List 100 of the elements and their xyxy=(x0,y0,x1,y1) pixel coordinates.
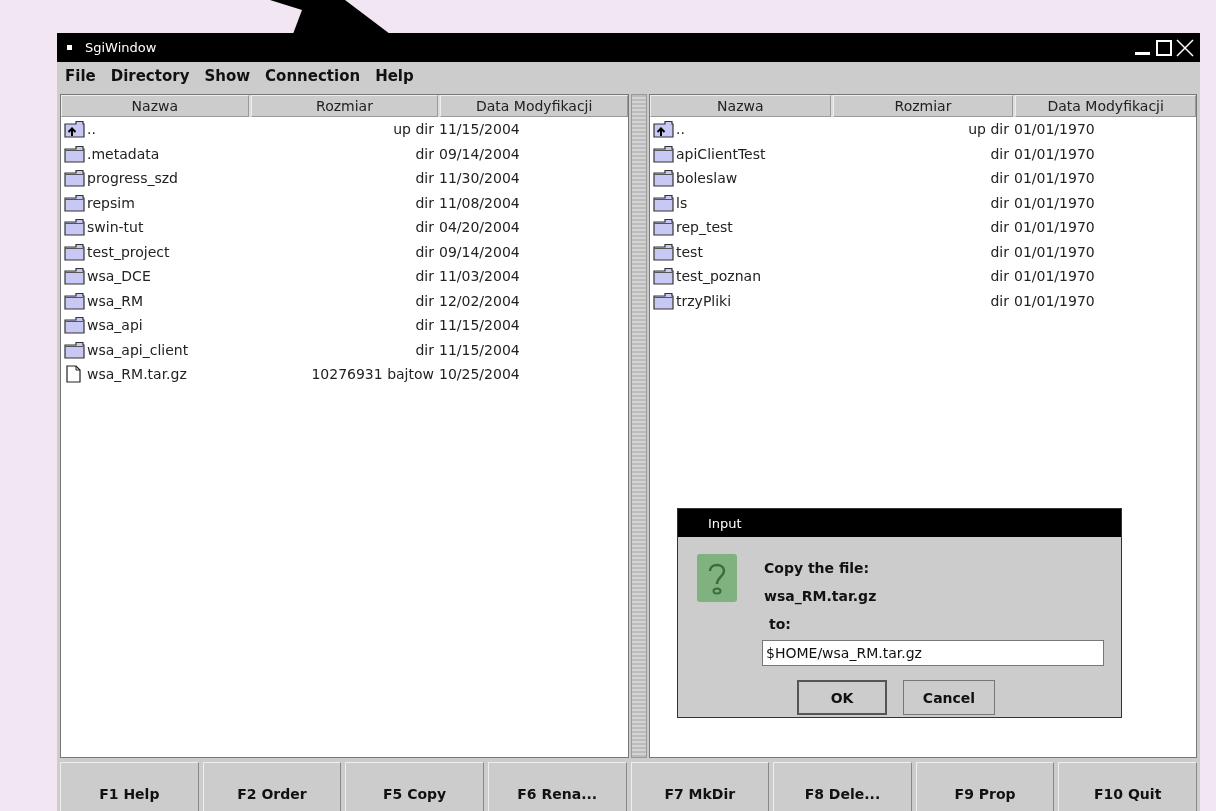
file-name[interactable]: wsa_api_client xyxy=(87,341,189,358)
up-folder-icon xyxy=(64,120,85,139)
function-key-button[interactable]: F10 Quit xyxy=(1058,762,1197,811)
target-label: to: xyxy=(768,615,791,634)
function-key-button[interactable]: F7 MkDir xyxy=(630,762,770,811)
file-name[interactable]: test_project xyxy=(87,243,170,260)
file-size: dir xyxy=(415,292,434,309)
menu-item[interactable]: Show xyxy=(204,67,251,85)
file-name[interactable]: ls xyxy=(676,194,688,211)
dialog-title: Input xyxy=(708,515,742,531)
file-size: dir xyxy=(415,268,434,285)
file-date: 11/15/2004 xyxy=(439,317,520,334)
file-date: 11/30/2004 xyxy=(439,170,520,187)
file-name[interactable]: wsa_RM.tar.gz xyxy=(87,366,187,383)
function-key-button[interactable]: F6 Rena... xyxy=(487,762,627,811)
folder-icon xyxy=(653,193,674,212)
file-size: up dir xyxy=(393,121,434,138)
file-date: 01/01/1970 xyxy=(1014,243,1095,260)
file-size: dir xyxy=(415,317,434,334)
file-name[interactable]: wsa_RM xyxy=(87,292,144,309)
file-size: up dir xyxy=(968,121,1009,138)
file-name[interactable]: progress_szd xyxy=(87,170,178,187)
file-name[interactable]: test xyxy=(676,243,703,260)
file-date: 01/01/1970 xyxy=(1014,219,1095,236)
folder-icon xyxy=(653,144,674,163)
folder-icon xyxy=(653,169,674,188)
file-name-label: wsa_RM.tar.gz xyxy=(764,587,877,607)
file-date: 10/25/2004 xyxy=(439,366,520,383)
column-header[interactable]: Rozmiar xyxy=(832,95,1014,117)
file-size: dir xyxy=(990,170,1009,187)
file-date: 09/14/2004 xyxy=(439,145,520,162)
file-date: 01/01/1970 xyxy=(1014,194,1095,211)
file-name[interactable]: test_poznan xyxy=(676,268,761,285)
file-size: dir xyxy=(990,292,1009,309)
file-name[interactable]: repsim xyxy=(87,194,135,211)
file-name[interactable]: boleslaw xyxy=(676,170,738,187)
function-key-button[interactable]: F2 Order xyxy=(202,762,342,811)
dialog-button[interactable]: OK xyxy=(797,680,887,715)
column-header[interactable]: Nazwa xyxy=(61,95,249,117)
file-name[interactable]: wsa_DCE xyxy=(87,268,151,285)
function-key-button[interactable]: F1 Help xyxy=(60,762,199,811)
menu-item[interactable]: Directory xyxy=(110,67,190,85)
folder-icon xyxy=(64,340,85,359)
maximize-icon[interactable] xyxy=(1155,38,1173,57)
file-name[interactable]: trzyPliki xyxy=(676,292,732,309)
file-size: dir xyxy=(990,268,1009,285)
file-size: dir xyxy=(990,194,1009,211)
file-date: 12/02/2004 xyxy=(439,292,520,309)
column-header[interactable]: Data Modyfikacji xyxy=(440,95,628,117)
file-date: 01/01/1970 xyxy=(1014,121,1095,138)
folder-icon xyxy=(64,193,85,212)
folder-icon xyxy=(653,267,674,286)
file-size: dir xyxy=(990,219,1009,236)
dialog-message: Copy the file: xyxy=(764,559,870,578)
folder-icon xyxy=(64,242,85,261)
file-date: 11/03/2004 xyxy=(439,268,520,285)
file-date: 01/01/1970 xyxy=(1014,145,1095,162)
close-icon[interactable] xyxy=(1176,38,1194,57)
function-key-button[interactable]: F8 Dele... xyxy=(773,762,912,811)
file-date: 01/01/1970 xyxy=(1014,268,1095,285)
menu-item[interactable]: Help xyxy=(375,67,414,85)
dialog-button[interactable]: Cancel xyxy=(903,680,995,715)
file-size: dir xyxy=(415,243,434,260)
file-size: dir xyxy=(990,243,1009,260)
file-size: dir xyxy=(415,194,434,211)
function-key-button[interactable]: F9 Prop xyxy=(915,762,1055,811)
file-size: dir xyxy=(415,341,434,358)
column-header[interactable]: Nazwa xyxy=(650,95,831,117)
file-name[interactable]: .. xyxy=(87,121,96,138)
up-folder-icon xyxy=(653,120,674,139)
file-name[interactable]: .. xyxy=(676,121,685,138)
folder-icon xyxy=(64,267,85,286)
menu-item[interactable]: Connection xyxy=(265,67,361,85)
file-name[interactable]: swin-tut xyxy=(87,219,144,236)
folder-icon xyxy=(64,169,85,188)
file-date: 09/14/2004 xyxy=(439,243,520,260)
file-date: 11/15/2004 xyxy=(439,341,520,358)
file-size: dir xyxy=(990,145,1009,162)
column-header[interactable]: Data Modyfikacji xyxy=(1015,95,1196,117)
file-date: 01/01/1970 xyxy=(1014,292,1095,309)
splitter-handle[interactable] xyxy=(631,94,647,758)
folder-icon xyxy=(64,218,85,237)
folder-icon xyxy=(64,316,85,335)
file-name[interactable]: .metadata xyxy=(87,145,160,162)
file-date: 04/20/2004 xyxy=(439,219,520,236)
file-name[interactable]: rep_test xyxy=(676,219,733,236)
file-name[interactable]: apiClientTest xyxy=(676,145,766,162)
menu-item[interactable]: File xyxy=(65,67,96,85)
function-key-button[interactable]: F5 Copy xyxy=(345,762,484,811)
folder-icon xyxy=(64,144,85,163)
target-path-field[interactable]: $HOME/wsa_RM.tar.gz xyxy=(762,640,1104,666)
folder-icon xyxy=(653,242,674,261)
folder-icon xyxy=(64,291,85,310)
file-name[interactable]: wsa_api xyxy=(87,317,143,334)
file-date: 11/08/2004 xyxy=(439,194,520,211)
question-icon xyxy=(697,554,737,602)
file-size: dir xyxy=(415,170,434,187)
column-header[interactable]: Rozmiar xyxy=(250,95,439,117)
file-date: 11/15/2004 xyxy=(439,121,520,138)
folder-icon xyxy=(653,218,674,237)
